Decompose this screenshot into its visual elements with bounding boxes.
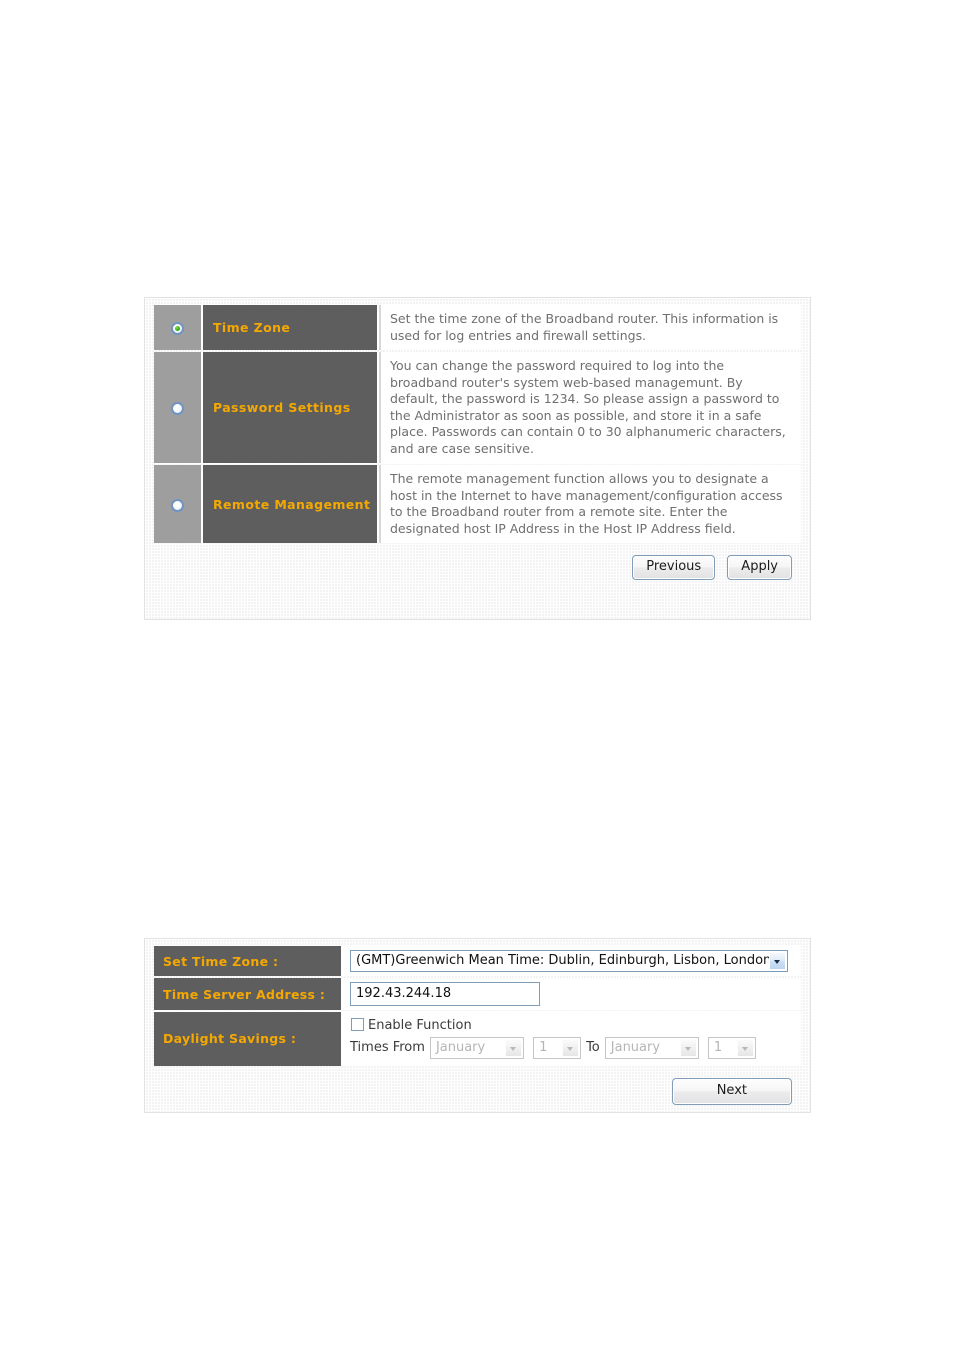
enable-function-label: Enable Function — [368, 1018, 472, 1033]
enable-function-line: Enable Function — [350, 1017, 795, 1034]
chevron-down-icon[interactable] — [679, 1039, 697, 1057]
daylight-from-month-select[interactable]: January — [429, 1037, 524, 1059]
radio-password-settings[interactable] — [171, 402, 184, 415]
times-from-label: Times From — [350, 1040, 425, 1055]
chevron-down-icon[interactable] — [769, 952, 786, 970]
time-zone-panel: Set Time Zone : (GMT)Greenwich Mean Time… — [144, 938, 811, 1113]
option-radio-cell-time-zone[interactable] — [154, 305, 203, 350]
time-server-address-input[interactable]: 192.43.244.18 — [350, 982, 540, 1006]
time-zone-select-value: (GMT)Greenwich Mean Time: Dublin, Edinbu… — [356, 953, 772, 968]
option-name-time-zone: Time Zone — [203, 305, 379, 350]
option-row-time-zone[interactable]: Time Zone Set the time zone of the Broad… — [154, 305, 801, 350]
set-time-zone-field: (GMT)Greenwich Mean Time: Dublin, Edinbu… — [343, 946, 801, 976]
daylight-from-day-select[interactable]: 1 — [533, 1037, 582, 1059]
option-name-remote-management: Remote Management — [203, 465, 379, 543]
time-server-address-row: Time Server Address : 192.43.244.18 — [154, 978, 801, 1010]
to-label: To — [586, 1040, 600, 1055]
previous-button[interactable]: Previous — [632, 555, 716, 580]
system-settings-panel: Time Zone Set the time zone of the Broad… — [144, 297, 811, 620]
daylight-savings-label: Daylight Savings : — [154, 1012, 343, 1066]
time-server-address-field: 192.43.244.18 — [343, 978, 801, 1010]
chevron-down-icon[interactable] — [562, 1039, 580, 1057]
option-description-time-zone: Set the time zone of the Broadband route… — [379, 305, 801, 350]
spacer-1 — [524, 1040, 533, 1055]
timezone-button-bar: Next — [154, 1068, 801, 1107]
daylight-savings-row: Daylight Savings : Enable Function Times… — [154, 1012, 801, 1066]
chevron-down-icon[interactable] — [736, 1039, 754, 1057]
option-row-remote-management[interactable]: Remote Management The remote management … — [154, 465, 801, 543]
enable-function-checkbox[interactable] — [351, 1018, 364, 1031]
option-radio-cell-password-settings[interactable] — [154, 352, 203, 463]
daylight-to-day-select[interactable]: 1 — [707, 1037, 756, 1059]
radio-time-zone[interactable] — [171, 322, 184, 335]
set-time-zone-row: Set Time Zone : (GMT)Greenwich Mean Time… — [154, 946, 801, 976]
apply-button[interactable]: Apply — [727, 555, 792, 580]
time-server-address-label: Time Server Address : — [154, 978, 343, 1010]
spacer-2 — [699, 1040, 708, 1055]
daylight-savings-field: Enable Function Times From January 1 To … — [343, 1012, 801, 1066]
radio-remote-management[interactable] — [171, 498, 184, 512]
set-time-zone-label: Set Time Zone : — [154, 946, 343, 976]
option-row-password-settings[interactable]: Password Settings You can change the pas… — [154, 352, 801, 463]
daylight-times-line: Times From January 1 To January 1 — [350, 1037, 795, 1060]
option-name-password-settings: Password Settings — [203, 352, 379, 463]
chevron-down-icon[interactable] — [504, 1039, 522, 1057]
option-description-password-settings: You can change the password required to … — [379, 352, 801, 463]
next-button[interactable]: Next — [671, 1077, 792, 1105]
settings-button-bar: Previous Apply — [154, 545, 801, 582]
option-description-remote-management: The remote management function allows yo… — [379, 465, 801, 543]
time-zone-select[interactable]: (GMT)Greenwich Mean Time: Dublin, Edinbu… — [350, 950, 788, 972]
option-radio-cell-remote-management[interactable] — [154, 465, 203, 543]
daylight-to-month-select[interactable]: January — [604, 1037, 699, 1059]
